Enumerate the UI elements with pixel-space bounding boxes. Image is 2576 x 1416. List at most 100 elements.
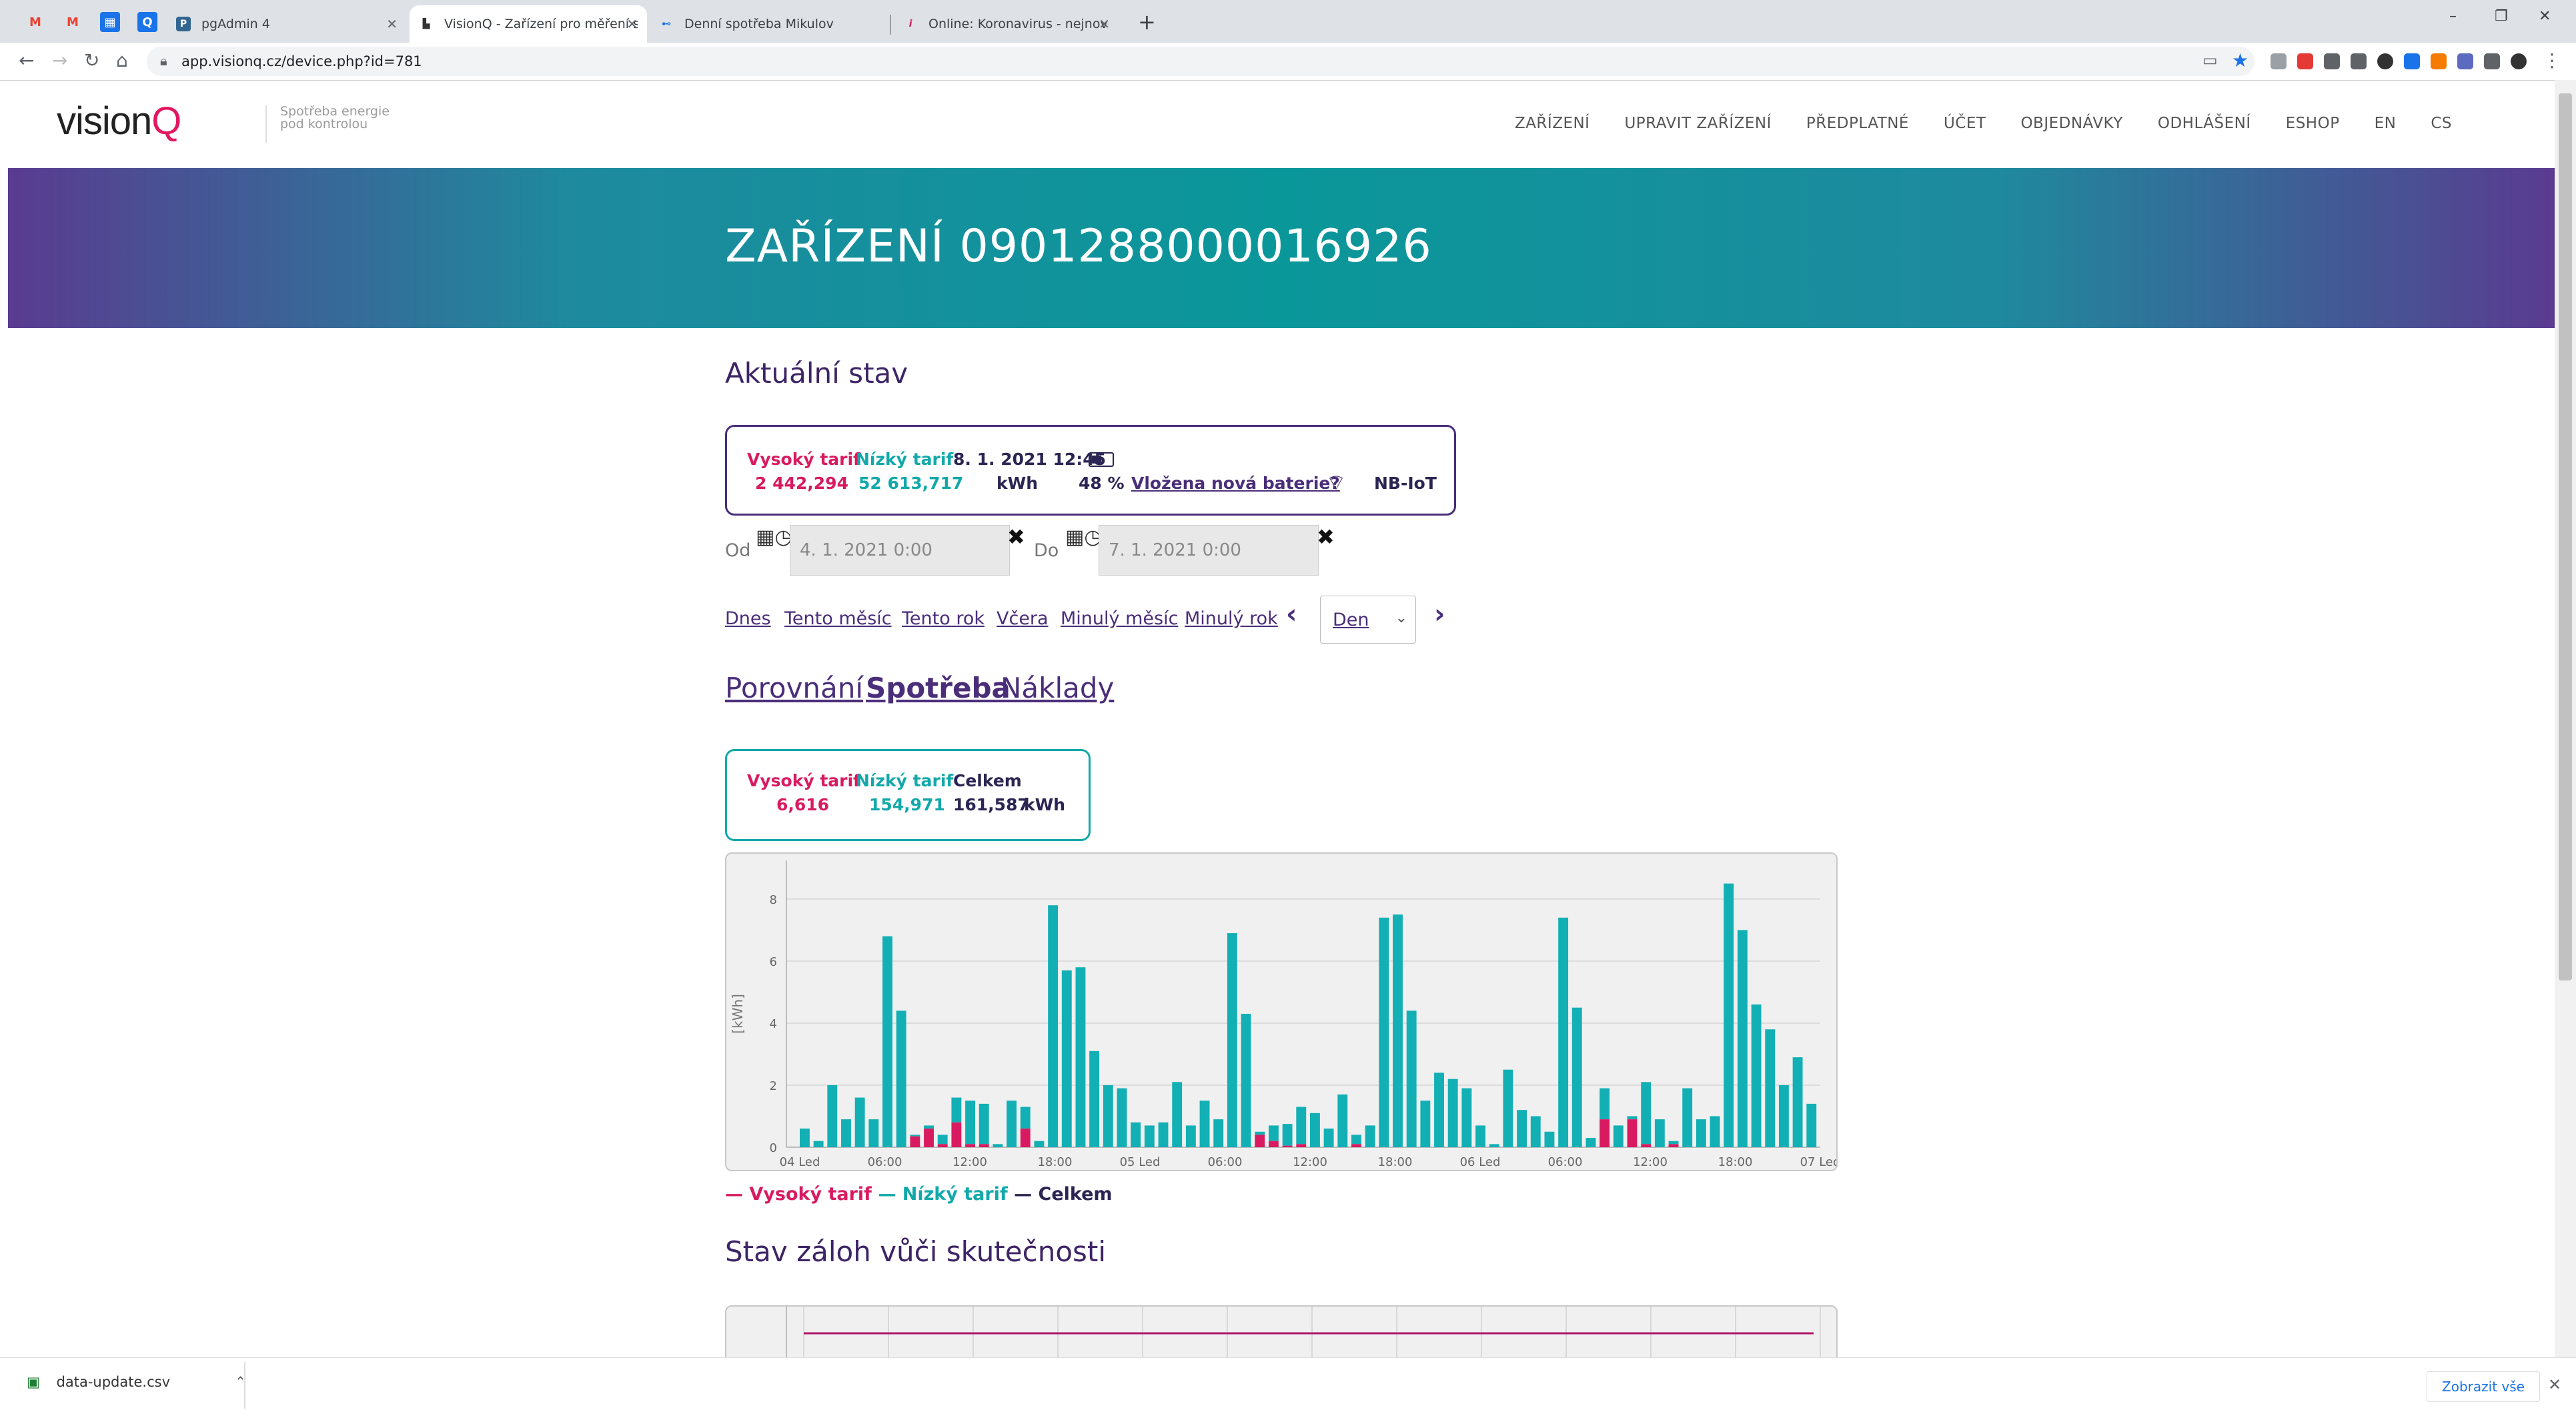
reload-icon[interactable]: ↻	[84, 49, 99, 71]
extension-icon[interactable]	[2297, 53, 2313, 69]
nav-odhlaseni[interactable]: ODHLÁŠENÍ	[2158, 115, 2251, 132]
calendar-pinned-tab-icon[interactable]: ▦	[100, 12, 120, 32]
tab-divider	[890, 15, 891, 35]
status-box: Vysoký tarif 2 442,294 Nízký tarif 52 61…	[725, 425, 1456, 516]
home-icon[interactable]: ⌂	[116, 49, 128, 71]
tab-porovnani[interactable]: Porovnání	[725, 672, 863, 704]
quick-link-minuly-rok[interactable]: Minulý rok	[1185, 608, 1278, 629]
minimize-icon[interactable]: –	[2449, 8, 2457, 25]
download-item[interactable]: ▣ data-update.csv ⌃	[27, 1374, 246, 1390]
chart-legend: — Vysoký tarif — Nízký tarif — Celkem	[725, 1184, 1113, 1205]
bar-low-tariff	[1199, 1101, 1210, 1147]
legend-high[interactable]: — Vysoký tarif	[725, 1184, 872, 1205]
bar-high-tariff	[1255, 1135, 1265, 1147]
summary-unit: kWh	[1024, 795, 1065, 814]
profile-avatar[interactable]	[2511, 53, 2527, 69]
nav-predplatne[interactable]: PŘEDPLATNÉ	[1806, 115, 1909, 132]
bar-low-tariff	[868, 1119, 879, 1147]
deposits-chart	[725, 1305, 1838, 1359]
x-tick-label: 12:00	[1293, 1155, 1327, 1169]
bar-high-tariff	[1641, 1144, 1652, 1147]
bar-low-tariff	[951, 1097, 962, 1123]
close-icon[interactable]: ✕	[626, 16, 638, 32]
calendar-clock-icon[interactable]: ▦◷	[756, 526, 792, 549]
gmail-pinned-tab-icon[interactable]: M	[25, 12, 45, 32]
bar-high-tariff	[965, 1144, 975, 1147]
scrollbar-thumb[interactable]	[2559, 93, 2572, 980]
quick-link-minuly-mesic[interactable]: Minulý měsíc	[1061, 608, 1178, 629]
show-all-button[interactable]: Zobrazit vše	[2427, 1371, 2540, 1402]
extension-icon[interactable]	[2377, 53, 2393, 69]
bar-low-tariff	[1213, 1119, 1224, 1147]
nav-lang-en[interactable]: EN	[2375, 115, 2397, 132]
extension-icon[interactable]	[2431, 53, 2447, 69]
close-icon[interactable]: ✕	[386, 16, 398, 32]
chevron-right-icon[interactable]: ›	[1434, 599, 1445, 630]
battery-icon	[1089, 452, 1114, 467]
low-tariff-label: Nízký tarif	[856, 450, 954, 469]
quick-link-vcera[interactable]: Včera	[997, 608, 1049, 629]
chevron-left-icon[interactable]: ‹	[1286, 599, 1297, 630]
from-date-input[interactable]: 4. 1. 2021 0:00	[790, 525, 1010, 576]
tab-denni-spotreba[interactable]: ⊷ Denní spotřeba Mikulov	[650, 5, 887, 43]
bar-low-tariff	[1103, 1085, 1113, 1147]
divider	[244, 1362, 245, 1409]
new-tab-button[interactable]: +	[1138, 9, 1156, 35]
tab-naklady[interactable]: Náklady	[1001, 672, 1114, 704]
x-tick-label: 06 Led	[1460, 1155, 1501, 1169]
legend-low[interactable]: — Nízký tarif	[878, 1184, 1007, 1205]
quick-link-tento-mesic[interactable]: Tento měsíc	[784, 608, 892, 629]
nav-lang-cs[interactable]: CS	[2431, 115, 2452, 132]
tab-pgadmin[interactable]: P pgAdmin 4 ✕	[167, 5, 407, 43]
bar-low-tariff	[979, 1103, 989, 1145]
back-icon[interactable]: ←	[19, 49, 34, 71]
chart-svg: 0 2 4 6 8 [kWh] 04 Led 06:00 12:00 18:00 05 Led 06:…	[730, 860, 1840, 1169]
x-tick-label: 05 Led	[1120, 1155, 1161, 1169]
nav-ucet[interactable]: ÚČET	[1944, 115, 1986, 132]
puzzle-icon[interactable]	[2484, 53, 2500, 69]
q-pinned-tab-icon[interactable]: Q	[137, 12, 157, 32]
extension-icon[interactable]	[2404, 53, 2420, 69]
gmail-pinned-tab-icon-2[interactable]: M	[63, 12, 83, 32]
bar-low-tariff	[1447, 1079, 1458, 1147]
quick-link-dnes[interactable]: Dnes	[725, 608, 771, 629]
visionq-logo[interactable]: visionQ	[57, 99, 181, 143]
extension-icon[interactable]	[2271, 53, 2287, 69]
close-icon[interactable]: ✕	[2548, 1375, 2561, 1394]
new-battery-link[interactable]: Vložena nová baterie?	[1131, 474, 1340, 493]
summary-total-value: 161,587	[953, 795, 1029, 814]
x-tick-label: 06:00	[1208, 1155, 1243, 1169]
nav-upravit-zarizeni[interactable]: UPRAVIT ZAŘÍZENÍ	[1624, 115, 1771, 132]
tab-visionq[interactable]: ▙ VisionQ - Zařízení pro měření sp ✕	[410, 5, 647, 43]
y-tick-label: 0	[770, 1141, 777, 1155]
quick-link-tento-rok[interactable]: Tento rok	[902, 608, 985, 629]
bar-high-tariff	[924, 1129, 934, 1147]
close-window-icon[interactable]: ✕	[2539, 8, 2551, 25]
chevron-down-icon: ⌄	[1395, 610, 1407, 626]
nav-eshop[interactable]: ESHOP	[2286, 115, 2340, 132]
nav-objednavky[interactable]: OBJEDNÁVKY	[2020, 115, 2122, 132]
extension-icon[interactable]	[2457, 53, 2473, 69]
close-icon[interactable]: ✕	[1099, 16, 1110, 32]
extension-icon[interactable]	[2351, 53, 2367, 69]
bar-low-tariff	[1696, 1119, 1706, 1147]
bookmark-star-icon[interactable]: ★	[2232, 49, 2248, 71]
period-select[interactable]: Den ⌄	[1320, 596, 1416, 644]
extension-icon[interactable]	[2324, 53, 2340, 69]
to-date-input[interactable]: 7. 1. 2021 0:00	[1099, 525, 1319, 576]
legend-total[interactable]: — Celkem	[1014, 1184, 1112, 1205]
tab-koronavirus[interactable]: i Online: Koronavirus - nejnovější ✕	[894, 5, 1119, 43]
forward-icon[interactable]: →	[52, 49, 67, 71]
high-tariff-label: Vysoký tarif	[747, 450, 860, 469]
menu-dots-icon[interactable]: ⋮	[2543, 49, 2561, 71]
clear-to-icon[interactable]: ✖	[1317, 524, 1335, 550]
cast-icon[interactable]: ▭	[2202, 51, 2218, 69]
bar-high-tariff	[1268, 1141, 1279, 1147]
clear-from-icon[interactable]: ✖	[1007, 524, 1025, 550]
calendar-clock-icon[interactable]: ▦◷	[1065, 526, 1102, 549]
bar-low-tariff	[1654, 1119, 1665, 1147]
address-bar[interactable]: 🔒︎ app.visionq.cz/device.php?id=781 ▭ ★	[147, 47, 2255, 76]
tab-spotreba[interactable]: Spotřeba	[866, 672, 1011, 704]
nav-zarizeni[interactable]: ZAŘÍZENÍ	[1515, 115, 1590, 132]
restore-icon[interactable]: ❐	[2495, 8, 2508, 25]
